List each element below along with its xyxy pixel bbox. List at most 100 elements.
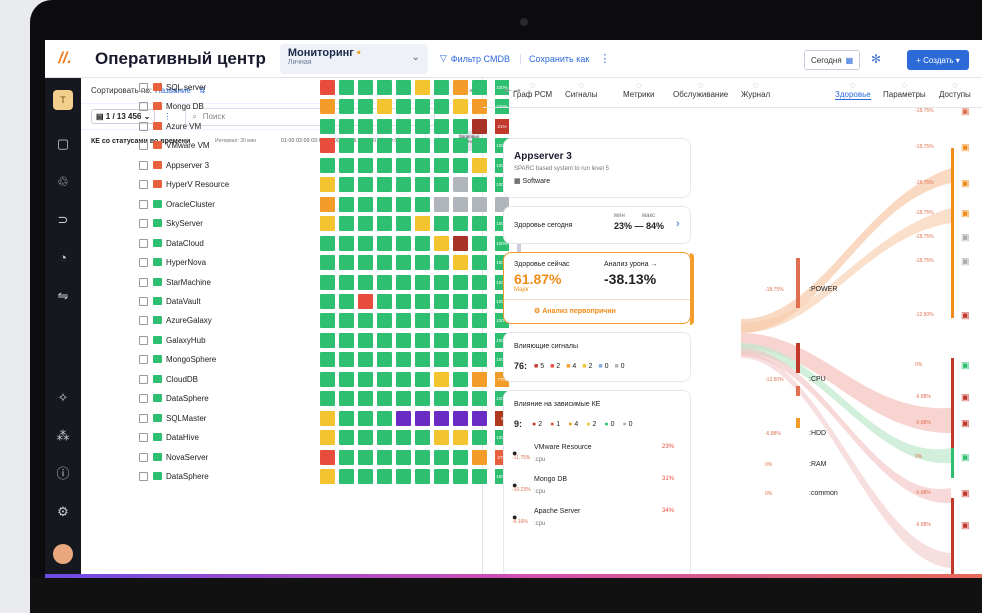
status-cell[interactable] <box>320 469 335 484</box>
status-cell[interactable] <box>453 80 468 95</box>
status-cell[interactable] <box>396 274 411 290</box>
status-cell[interactable] <box>434 255 449 271</box>
status-cell[interactable] <box>415 313 430 329</box>
ci-name[interactable]: HyperV Resource <box>166 180 229 189</box>
status-cell[interactable] <box>339 293 354 309</box>
status-cell[interactable] <box>377 177 392 193</box>
status-cell[interactable] <box>320 196 335 212</box>
ci-row[interactable]: DataSphere 100% <box>81 467 509 486</box>
status-cell[interactable] <box>396 293 411 309</box>
leaf-ci-icon[interactable]: ▣ <box>961 452 970 463</box>
status-cell[interactable] <box>434 118 449 134</box>
status-cell[interactable] <box>358 274 373 290</box>
status-cell[interactable] <box>358 80 373 95</box>
status-cell[interactable] <box>396 196 411 212</box>
row-checkbox[interactable] <box>139 374 148 384</box>
row-checkbox[interactable] <box>139 180 148 190</box>
status-cell[interactable] <box>415 391 430 407</box>
row-checkbox[interactable] <box>139 296 148 306</box>
ci-name[interactable]: StarMachine <box>166 278 211 287</box>
status-cell[interactable] <box>396 118 411 134</box>
status-cell[interactable] <box>320 371 335 387</box>
status-cell[interactable] <box>377 449 392 465</box>
leaf-ci-icon[interactable]: ▣ <box>961 142 970 153</box>
status-cell[interactable] <box>377 313 392 329</box>
status-cell[interactable] <box>453 157 468 173</box>
status-cell[interactable] <box>377 138 392 154</box>
status-cell[interactable] <box>358 118 373 134</box>
date-picker[interactable]: Сегодня ▦ <box>804 50 861 70</box>
status-cell[interactable] <box>396 216 411 232</box>
ci-row[interactable]: Mongo DB 100% <box>81 97 509 116</box>
workspace-avatar[interactable]: T <box>53 90 73 110</box>
status-cell[interactable] <box>453 332 468 348</box>
user-avatar[interactable] <box>53 544 73 564</box>
status-cell[interactable] <box>377 391 392 407</box>
status-cell[interactable] <box>377 216 392 232</box>
status-cell[interactable] <box>358 99 373 115</box>
status-cell[interactable] <box>415 99 430 115</box>
status-cell[interactable] <box>415 410 430 426</box>
ci-name[interactable]: GalaxyHub <box>166 336 206 345</box>
ci-name[interactable]: DataVault <box>166 297 201 306</box>
status-cell[interactable] <box>358 371 373 387</box>
ci-name[interactable]: DataSphere <box>166 394 209 403</box>
ci-row[interactable]: DataHive 100% <box>81 428 509 447</box>
status-cell[interactable] <box>434 293 449 309</box>
status-cell[interactable] <box>339 410 354 426</box>
status-cell[interactable] <box>396 235 411 251</box>
status-cell[interactable] <box>453 118 468 134</box>
status-cell[interactable] <box>358 449 373 465</box>
status-cell[interactable] <box>339 138 354 154</box>
ci-name[interactable]: DataHive <box>166 433 199 442</box>
status-cell[interactable] <box>415 235 430 251</box>
status-cell[interactable] <box>415 196 430 212</box>
status-cell[interactable] <box>415 371 430 387</box>
status-cell[interactable] <box>339 274 354 290</box>
ci-row[interactable]: GalaxyHub 100% <box>81 331 509 350</box>
status-cell[interactable] <box>339 157 354 173</box>
status-cell[interactable] <box>453 196 468 212</box>
status-cell[interactable] <box>320 177 335 193</box>
dependent-ci-item[interactable]: ● Mongo DB -10.23%:cpu 31% <box>512 475 684 503</box>
status-cell[interactable] <box>320 352 335 368</box>
status-cell[interactable] <box>396 352 411 368</box>
ci-name[interactable]: SQL server <box>166 83 206 92</box>
ci-row[interactable]: MongoSphere 100% <box>81 350 509 369</box>
status-cell[interactable] <box>377 157 392 173</box>
ci-row[interactable]: NovaServer 27% <box>81 448 509 467</box>
status-cell[interactable] <box>320 430 335 446</box>
row-checkbox[interactable] <box>139 121 148 131</box>
ci-name[interactable]: VMware VM <box>166 141 210 150</box>
leaf-ci-icon[interactable]: ▣ <box>961 418 970 429</box>
tab-2[interactable]: ◌ Метрики <box>623 80 655 99</box>
status-cell[interactable] <box>320 391 335 407</box>
pie-chart-icon[interactable]: ◔ <box>55 250 71 266</box>
status-cell[interactable] <box>320 216 335 232</box>
magic-icon[interactable]: ✧ <box>55 390 71 406</box>
status-cell[interactable] <box>453 352 468 368</box>
status-cell[interactable] <box>358 469 373 484</box>
clipboard-icon[interactable]: ▢ <box>55 136 71 152</box>
status-cell[interactable] <box>320 235 335 251</box>
ci-row[interactable]: DataCloud 100% <box>81 234 509 253</box>
row-checkbox[interactable] <box>139 433 148 443</box>
sankey-node[interactable]: :HDD <box>809 430 826 437</box>
ci-name[interactable]: DataSphere <box>166 472 209 481</box>
status-cell[interactable] <box>377 80 392 95</box>
status-cell[interactable] <box>453 235 468 251</box>
ci-name[interactable]: MongoSphere <box>166 355 216 364</box>
status-cell[interactable] <box>339 391 354 407</box>
status-cell[interactable] <box>415 274 430 290</box>
status-cell[interactable] <box>377 235 392 251</box>
status-cell[interactable] <box>434 430 449 446</box>
status-cell[interactable] <box>453 255 468 271</box>
status-cell[interactable] <box>396 313 411 329</box>
status-cell[interactable] <box>377 255 392 271</box>
row-checkbox[interactable] <box>139 335 148 345</box>
sankey-node[interactable]: :RAM <box>809 461 827 468</box>
status-cell[interactable] <box>453 99 468 115</box>
status-cell[interactable] <box>339 216 354 232</box>
status-cell[interactable] <box>434 391 449 407</box>
status-cell[interactable] <box>453 430 468 446</box>
